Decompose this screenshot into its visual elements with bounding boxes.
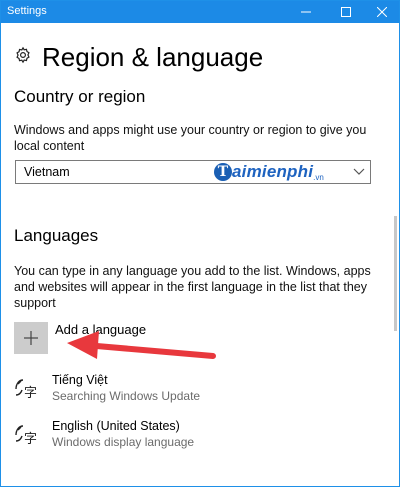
- watermark-suffix: .vn: [313, 173, 324, 183]
- window-title: Settings: [7, 5, 47, 17]
- country-select-value: Vietnam: [24, 165, 70, 179]
- language-name: Tiếng Việt: [52, 373, 108, 387]
- languages-heading: Languages: [14, 226, 99, 245]
- plus-icon: [24, 331, 38, 345]
- svg-text:字: 字: [24, 386, 37, 401]
- page-title: Region & language: [42, 42, 264, 72]
- language-status: Searching Windows Update: [52, 389, 201, 403]
- language-icon: 字: [15, 379, 37, 401]
- language-name: English (United States): [52, 419, 180, 433]
- watermark-text: aimienphi: [232, 162, 314, 181]
- add-language-button[interactable]: [14, 322, 48, 354]
- language-status: Windows display language: [52, 435, 195, 449]
- close-button[interactable]: [367, 1, 397, 23]
- title-bar: Settings: [1, 1, 399, 23]
- maximize-icon: [341, 7, 351, 17]
- gear-icon: [16, 46, 30, 64]
- country-heading: Country or region: [14, 87, 146, 106]
- close-icon: [377, 7, 387, 17]
- chevron-down-icon: [353, 168, 365, 175]
- minimize-button[interactable]: [291, 1, 321, 23]
- svg-text:字: 字: [24, 432, 37, 447]
- language-item-english[interactable]: 字 English (United States) Windows displa…: [13, 419, 373, 453]
- language-icon: 字: [15, 425, 37, 447]
- watermark-logo-mark: T: [214, 163, 232, 181]
- country-description: Windows and apps might use your country …: [14, 123, 367, 153]
- languages-description: You can type in any language you add to …: [14, 264, 371, 310]
- scrollbar[interactable]: [394, 216, 397, 331]
- language-item-vietnamese[interactable]: 字 Tiếng Việt Searching Windows Update: [13, 373, 373, 407]
- maximize-button[interactable]: [331, 1, 361, 23]
- watermark-logo: Taimienphi.vn: [214, 162, 324, 184]
- add-language-label[interactable]: Add a language: [55, 322, 146, 337]
- minimize-icon: [301, 11, 311, 13]
- settings-window: Settings Region & language Country or re…: [0, 0, 400, 487]
